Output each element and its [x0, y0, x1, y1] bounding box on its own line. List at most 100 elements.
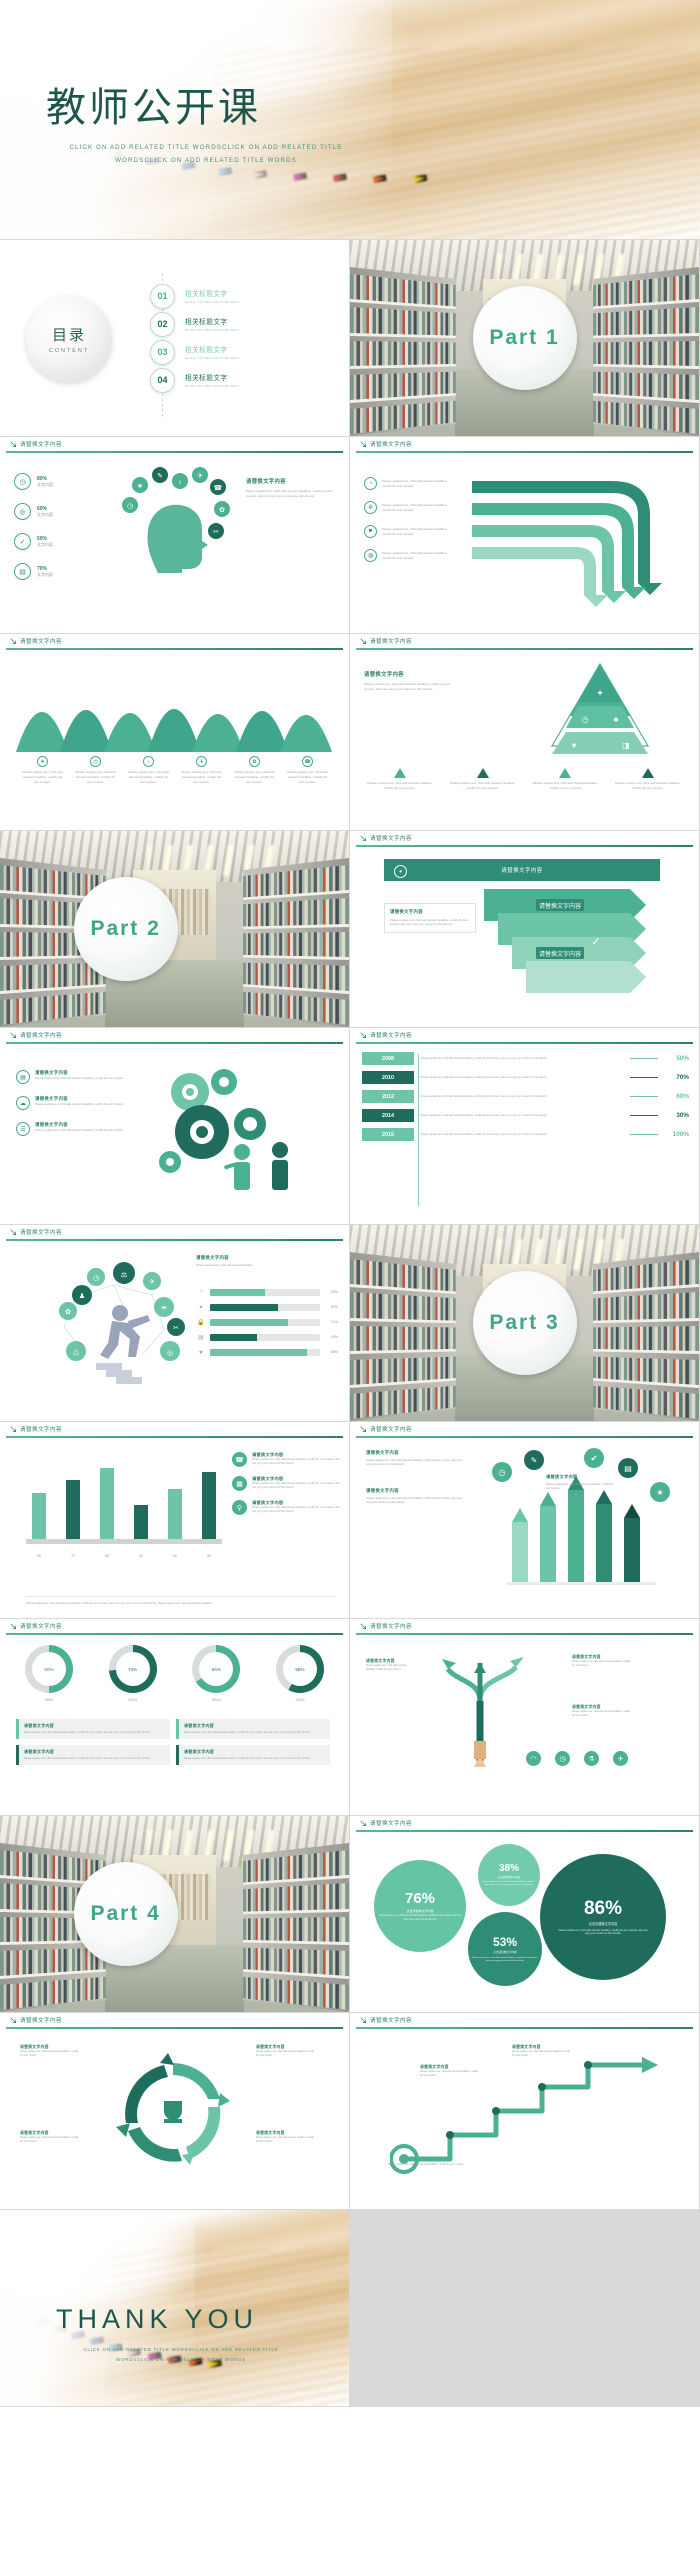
slide-arrow-ribbon[interactable]: 请替换文字内容 ◔ Please replace text, click add…	[350, 437, 700, 634]
list-item[interactable]: ☁ 请替换文字内容 Please replace text, click add …	[16, 1096, 126, 1110]
legend-text: Please replace text, click add relevant …	[128, 770, 169, 784]
list-item-text: Please replace text, click add relevant …	[382, 550, 448, 560]
stat-item[interactable]: ✓ 50% 文字内容	[14, 533, 98, 550]
bar-row[interactable]: ◔ 50%	[196, 1287, 338, 1297]
legend-item[interactable]: ♪ Please replace text, click add relevant…	[128, 756, 170, 784]
slide-column-chart[interactable]: 请替换文字内容 55 70 85 40 60 80 ☎ 请替换文字内容 Plea…	[0, 1422, 350, 1619]
table-row[interactable]: 2014 Please replace text, click add rele…	[362, 1109, 689, 1122]
bubble-53[interactable]: 53% 点击请替换文字内容 Please replace text, click…	[468, 1912, 542, 1986]
card-title: 请替换文字内容	[184, 1748, 215, 1754]
year-chip: 2010	[362, 1071, 414, 1084]
svg-text:✈: ✈	[197, 473, 203, 480]
bubble-label: 点击请替换文字内容	[497, 1875, 521, 1879]
x-tick-label: 80	[207, 1554, 211, 1558]
slide-years-timeline[interactable]: 请替换文字内容 2008 Please replace text, click …	[350, 1028, 700, 1225]
list-item-text: Please replace text, click add relevant …	[382, 478, 448, 488]
table-row[interactable]: 2010 Please replace text, click add rele…	[362, 1071, 689, 1084]
slide-stair-path[interactable]: 请替换文字内容 请替换文字内容 Please replace text, cli…	[350, 2013, 700, 2210]
list-item[interactable]: ☎ 请替换文字内容 Please replace text, click add …	[232, 1452, 340, 1467]
info-card[interactable]: 请替换文字内容 Please replace text, click add r…	[176, 1719, 330, 1739]
legend-item[interactable]: ✈ Please replace text, click add relevant…	[181, 756, 223, 784]
list-item[interactable]: ⚲ 请替换文字内容 Please replace text, click add …	[232, 1500, 340, 1515]
legend-item[interactable]: ☎ Please replace text, click add relevant…	[287, 756, 329, 784]
slide-cycle-diagram[interactable]: 请替换文字内容 请替换文字内容 Please replace text, cli…	[0, 2013, 350, 2210]
bubble-76[interactable]: 76% 点击请替换文字内容 Please replace text, click…	[374, 1860, 466, 1952]
list-item[interactable]: ▦ 请替换文字内容 Please replace text, click add …	[232, 1476, 340, 1491]
info-card[interactable]: 请替换文字内容 Please replace text, click add r…	[16, 1719, 170, 1739]
slide-thank-you[interactable]: THANK YOU CLICK ON ADD RELATED TITLE WOR…	[0, 2210, 350, 2407]
slide-runner-bars[interactable]: 请替换文字内容 ◷ ⚖ ✈ ♟ ✿ ☂ ✂ ♺ ◎ 请替换文字内容 Please repla…	[0, 1225, 350, 1422]
card-title: 请替换文字内容	[390, 909, 423, 914]
list-item[interactable]: ▤ 请替换文字内容 Please replace text, click add …	[16, 1070, 126, 1084]
slide-cover[interactable]: 教师公开课 CLICK ON ADD RELATED TITLE WORDSCL…	[0, 0, 700, 240]
stat-item[interactable]: ◎ 60% 文字内容	[14, 503, 98, 520]
svg-text:♣: ♣	[613, 715, 619, 724]
svg-text:▤: ▤	[624, 1464, 632, 1473]
label-text: Please replace text, click add relevant …	[256, 2136, 315, 2143]
donut-item[interactable]: 58% 2013	[267, 1645, 333, 1702]
pyramid-text-block: 请替换文字内容 Please replace text, click add r…	[364, 670, 460, 692]
slide-section-part-4[interactable]: Part 4	[0, 1816, 350, 2013]
donut-value: 66%	[199, 1652, 234, 1686]
label-text: Please replace text, click add relevant …	[572, 1660, 631, 1667]
slide-section-part-3[interactable]: Part 3	[350, 1225, 700, 1422]
bubble-86[interactable]: 86% 点击请替换文字内容 Please replace text, click…	[540, 1854, 666, 1980]
slide-section-part-2[interactable]: Part 2	[0, 831, 350, 1028]
bar-row[interactable]: ✦ 62%	[196, 1302, 338, 1312]
donut-item[interactable]: 66% 2012	[183, 1645, 249, 1702]
bar-row[interactable]: ▤ 43%	[196, 1332, 338, 1342]
stat-item[interactable]: ◷ 80% 文字内容	[14, 473, 98, 490]
list-item-text: Please replace text, click add relevant …	[35, 1128, 124, 1132]
bar-row[interactable]: 🔒 71%	[196, 1317, 338, 1327]
slide-banner-arrows[interactable]: 请替换文字内容 请替换文字内容 请替换文字内容 请替换文字内容 ✓ 请替换文字内…	[350, 831, 700, 1028]
info-card[interactable]: 请替换文字内容 Please replace text, click add r…	[384, 903, 476, 933]
legend-item[interactable]: Please replace text, click add relevant …	[612, 768, 684, 791]
slide-spike-chart[interactable]: 请替换文字内容 ★ Please replace text, click add …	[0, 634, 350, 831]
globe-icon: ◍	[364, 549, 377, 562]
list-item[interactable]: ☰ 请替换文字内容 Please replace text, click add …	[16, 1122, 126, 1136]
table-row[interactable]: 2012 Please replace text, click add rele…	[362, 1090, 689, 1103]
list-item[interactable]: ✲ Please replace text, click add relevan…	[364, 501, 456, 514]
info-card[interactable]: 请替换文字内容 Please replace text, click add r…	[16, 1744, 170, 1765]
list-item[interactable]: ◍ Please replace text, click add relevan…	[364, 549, 456, 562]
list-item[interactable]: ⚑ Please replace text, click add relevan…	[364, 525, 456, 538]
toc-item-04[interactable]: 04 相关标题文字 CLICK TO ADD CAPTION TEXT	[150, 366, 335, 394]
table-row[interactable]: 2008 Please replace text, click add rele…	[362, 1052, 689, 1065]
slide-table-of-contents[interactable]: 目录 CONTENT 01 相关标题文字 CLICK TO ADD CAPTIO…	[0, 240, 350, 437]
legend-item[interactable]: Please replace text, click add relevant …	[447, 768, 519, 791]
toc-item-03[interactable]: 03 相关标题文字 CLICK TO ADD CAPTION TEXT	[150, 338, 335, 366]
slide-bubble-chart[interactable]: 请替换文字内容 76% 点击请替换文字内容 Please replace tex…	[350, 1816, 700, 2013]
toc-item-01[interactable]: 01 相关标题文字 CLICK TO ADD CAPTION TEXT	[150, 282, 335, 310]
legend-item[interactable]: Please replace text, click add relevant …	[529, 768, 601, 791]
info-card[interactable]: 请替换文字内容 Please replace text, click add r…	[176, 1744, 330, 1765]
legend-item[interactable]: ★ Please replace text, click add relevant…	[22, 756, 64, 784]
slide-pencil-direction[interactable]: 请替换文字内容 请替换文字内容 Please replace text, cli…	[350, 1619, 700, 1816]
body-text: Please replace text, click add relevant …	[366, 1497, 463, 1505]
legend-item[interactable]: ◷ Please replace text, click add relevant…	[75, 756, 117, 784]
slide-icon-cloud[interactable]: 请替换文字内容 ◷ 80% 文字内容 ◎ 60% 文字内容 ✓ 50% 文字内容 ▤ …	[0, 437, 350, 634]
banner-title-bar[interactable]: 请替换文字内容	[384, 859, 660, 881]
stat-item[interactable]: ▤ 70% 文字内容	[14, 563, 98, 580]
label-text: Please replace text, click add relevant …	[256, 2050, 315, 2057]
table-row[interactable]: 2015 Please replace text, click add rele…	[362, 1128, 689, 1141]
slide-gears[interactable]: 请替换文字内容 ▤ 请替换文字内容 Please replace text, cl…	[0, 1028, 350, 1225]
bubble-38[interactable]: 38% 点击请替换文字内容 Please replace text, click…	[478, 1844, 540, 1906]
toc-item-02[interactable]: 02 相关标题文字 CLICK TO ADD CAPTION TEXT	[150, 310, 335, 338]
slide-pencil-bars[interactable]: 请替换文字内容 请替换文字内容 Please replace text, cli…	[350, 1422, 700, 1619]
curved-arrow-ribbons	[472, 481, 662, 607]
pencil-right-text: 请替换文字内容 Please replace text, click add r…	[546, 1474, 618, 1491]
donut-item[interactable]: 50% 2001	[16, 1645, 82, 1702]
toc-item-title: 相关标题文字	[185, 375, 228, 383]
donut-item[interactable]: 74% 2010	[100, 1645, 166, 1702]
x-tick-label: 85	[105, 1554, 109, 1558]
card-text: Please replace text, click add relevant …	[24, 1756, 151, 1760]
slide-donut-charts[interactable]: 请替换文字内容 50% 2001 74% 2010 66% 2012 58% 2…	[0, 1619, 350, 1816]
row-text: Please replace text, click add relevant …	[421, 1132, 548, 1136]
bubble-desc: Please replace text, click add relevant …	[378, 1915, 462, 1921]
list-item[interactable]: ◔ Please replace text, click add relevan…	[364, 477, 456, 490]
legend-item[interactable]: ✿ Please replace text, click add relevant…	[234, 756, 276, 784]
bar-row[interactable]: ★ 88%	[196, 1347, 338, 1357]
legend-item[interactable]: Please replace text, click add relevant …	[364, 768, 436, 791]
slide-triangle-pyramid[interactable]: 请替换文字内容 请替换文字内容 Please replace text, cli…	[350, 634, 700, 831]
slide-section-part-1[interactable]: Part 1	[350, 240, 700, 437]
